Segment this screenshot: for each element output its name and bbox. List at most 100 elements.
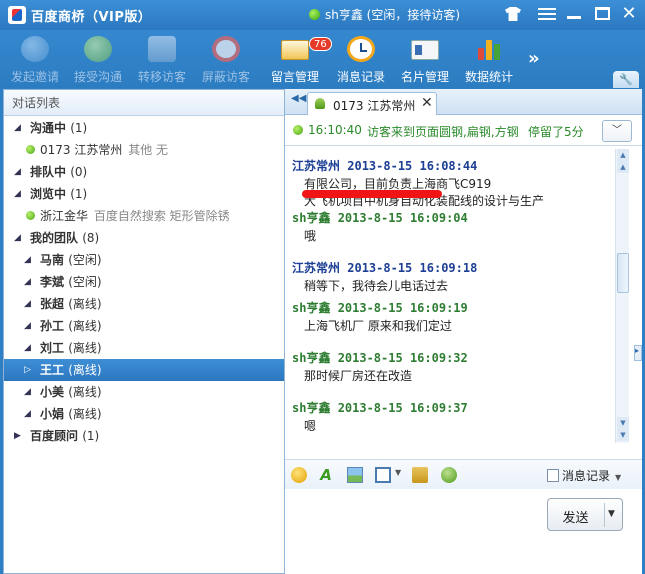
- unread-badge: 76: [309, 37, 332, 51]
- input-toolbar: A ▼ 消息记录 ▼: [285, 459, 642, 489]
- message-manage-button[interactable]: 76 留言管理: [264, 30, 332, 88]
- minimize-icon[interactable]: [562, 3, 586, 25]
- send-options-icon[interactable]: ▼: [608, 509, 615, 519]
- skin-shirt-icon[interactable]: [501, 3, 525, 25]
- expand-triangle-icon[interactable]: ◢: [14, 183, 21, 205]
- block-visitor-button[interactable]: 屏蔽访客: [195, 30, 257, 88]
- user-status[interactable]: sh亨鑫 (空闲，接待访客): [325, 6, 460, 23]
- clock-icon: [347, 36, 375, 62]
- app-logo-icon: [8, 6, 26, 24]
- team-member[interactable]: ◢ 孙工 (离线): [4, 315, 284, 337]
- redaction-mark: [302, 190, 442, 198]
- maximize-icon[interactable]: [590, 3, 614, 25]
- team-member[interactable]: ◢ 刘工 (离线): [4, 337, 284, 359]
- card-manage-label: 名片管理: [400, 70, 449, 84]
- message-item: 江苏常州 2013-8-15 16:08:44 有限公司，目前负责上海商飞C91…: [292, 157, 622, 209]
- group-chatting[interactable]: ◢ 沟通中 (1): [4, 117, 284, 139]
- scroll-down-icon[interactable]: ▼: [617, 417, 629, 429]
- statistics-button[interactable]: 数据统计: [458, 30, 520, 88]
- expand-triangle-icon[interactable]: ◢: [14, 161, 21, 183]
- main-menu-icon[interactable]: [535, 3, 559, 25]
- chat-panel: ◀◀ 0173 江苏常州 ✕ 16:10:40 访客来到页面圆钢,扁钢,方钢 停…: [285, 89, 642, 574]
- message-header: sh亨鑫 2013-8-15 16:09:19: [292, 301, 468, 315]
- settings-wrench-icon[interactable]: 🔧: [613, 71, 639, 88]
- chevron-down-icon[interactable]: ﹀: [602, 120, 632, 142]
- close-window-icon[interactable]: ✕: [617, 3, 641, 25]
- block-visitor-icon: [212, 36, 240, 62]
- online-status-icon[interactable]: [309, 9, 320, 20]
- chat-tab-label: 0173 江苏常州: [333, 99, 416, 113]
- expand-triangle-icon[interactable]: ◢: [14, 227, 21, 249]
- transfer-user-icon[interactable]: [441, 467, 457, 483]
- message-text: 嗯: [304, 419, 317, 433]
- scroll-up-icon[interactable]: ▲: [617, 161, 629, 173]
- message-history: 江苏常州 2013-8-15 16:08:44 有限公司，目前负责上海商飞C91…: [285, 149, 628, 447]
- transfer-visitor-label: 转移访客: [137, 70, 186, 84]
- team-member[interactable]: ◢ 张超 (离线): [4, 293, 284, 315]
- message-header: sh亨鑫 2013-8-15 16:09:37: [292, 401, 468, 415]
- card-manage-button[interactable]: 名片管理: [394, 30, 456, 88]
- send-button[interactable]: 发送 ▼: [547, 498, 623, 531]
- chat-tab[interactable]: 0173 江苏常州 ✕: [307, 92, 437, 115]
- document-icon: [547, 469, 559, 482]
- message-text: 稍等下，我待会儿电话过去: [304, 279, 449, 293]
- image-icon[interactable]: [347, 467, 363, 483]
- collapsed-triangle-icon[interactable]: ▷: [24, 359, 31, 381]
- invite-label: 发起邀请: [10, 70, 59, 84]
- expand-triangle-icon[interactable]: ◢: [24, 315, 31, 337]
- expand-triangle-icon[interactable]: ◢: [24, 249, 31, 271]
- mail-icon: [281, 40, 309, 60]
- message-item: sh亨鑫 2013-8-15 16:09:04 哦: [292, 209, 622, 244]
- message-text: 那时候厂房还在改造: [304, 369, 413, 383]
- visitor-item[interactable]: 浙江金华 百度自然搜索 矩形管除锈: [4, 205, 284, 227]
- message-item: sh亨鑫 2013-8-15 16:09:37 嗯: [292, 399, 622, 434]
- message-log-dropdown[interactable]: 消息记录 ▼: [547, 467, 621, 484]
- message-header: 江苏常州 2013-8-15 16:08:44: [292, 159, 478, 173]
- expand-triangle-icon[interactable]: ◢: [24, 271, 31, 293]
- conversation-list-panel: 对话列表 ◢ 沟通中 (1) 0173 江苏常州 其他 无 ◢ 排队中 (0) …: [3, 89, 285, 574]
- accept-chat-icon: [84, 36, 112, 62]
- accept-chat-button[interactable]: 接受沟通: [67, 30, 129, 88]
- expand-triangle-icon[interactable]: ◢: [24, 403, 31, 425]
- transfer-visitor-button[interactable]: 转移访客: [131, 30, 193, 88]
- chevron-down-icon: ▼: [615, 473, 622, 482]
- message-log-label: 消息记录: [336, 70, 385, 84]
- transfer-visitor-icon: [148, 36, 176, 62]
- emoji-icon[interactable]: [291, 467, 307, 483]
- invite-button[interactable]: 发起邀请: [4, 30, 66, 88]
- visitor-info-bar: 16:10:40 访客来到页面圆钢,扁钢,方钢 停留了5分 ﹀: [285, 116, 642, 146]
- visitor-icon: [315, 98, 325, 109]
- team-member[interactable]: ◢ 李斌 (空闲): [4, 271, 284, 293]
- group-my-team[interactable]: ◢ 我的团队 (8): [4, 227, 284, 249]
- send-file-icon[interactable]: [412, 467, 428, 483]
- scroll-up-icon[interactable]: ▲: [617, 149, 629, 161]
- screenshot-icon[interactable]: [375, 467, 391, 483]
- group-queue[interactable]: ◢ 排队中 (0): [4, 161, 284, 183]
- scroll-down-icon[interactable]: ▼: [617, 429, 629, 441]
- team-member[interactable]: ◢ 马南 (空闲): [4, 249, 284, 271]
- expand-triangle-icon[interactable]: ◢: [24, 337, 31, 359]
- close-tab-icon[interactable]: ✕: [421, 95, 433, 111]
- font-icon[interactable]: A: [318, 467, 334, 483]
- group-baidu-advisor[interactable]: ▶ 百度顾问 (1): [4, 425, 284, 447]
- visitor-online-icon: [293, 125, 303, 135]
- visitor-item[interactable]: 0173 江苏常州 其他 无: [4, 139, 284, 161]
- side-panel-toggle-icon[interactable]: ▸: [634, 345, 642, 361]
- message-manage-label: 留言管理: [270, 70, 319, 84]
- message-log-button[interactable]: 消息记录: [330, 30, 392, 88]
- toolbar-more-icon[interactable]: »: [528, 48, 540, 69]
- team-member[interactable]: ◢ 小娟 (离线): [4, 403, 284, 425]
- expand-triangle-icon[interactable]: ◢: [14, 117, 21, 139]
- scroll-thumb[interactable]: [617, 253, 629, 293]
- expand-triangle-icon[interactable]: ◢: [24, 293, 31, 315]
- team-member-selected[interactable]: ▷ 王工 (离线): [4, 359, 284, 381]
- team-member[interactable]: ◢ 小美 (离线): [4, 381, 284, 403]
- expand-triangle-icon[interactable]: ◢: [24, 381, 31, 403]
- group-browsing[interactable]: ◢ 浏览中 (1): [4, 183, 284, 205]
- collapsed-triangle-icon[interactable]: ▶: [14, 425, 21, 447]
- screenshot-options-icon[interactable]: ▼: [395, 468, 401, 477]
- message-scrollbar[interactable]: ▲ ▲ ▼ ▼: [615, 149, 629, 443]
- message-input[interactable]: 发送 ▼: [285, 490, 642, 574]
- conversation-list-header: 对话列表: [4, 90, 284, 116]
- collapse-panel-icon[interactable]: ◀◀: [291, 93, 306, 104]
